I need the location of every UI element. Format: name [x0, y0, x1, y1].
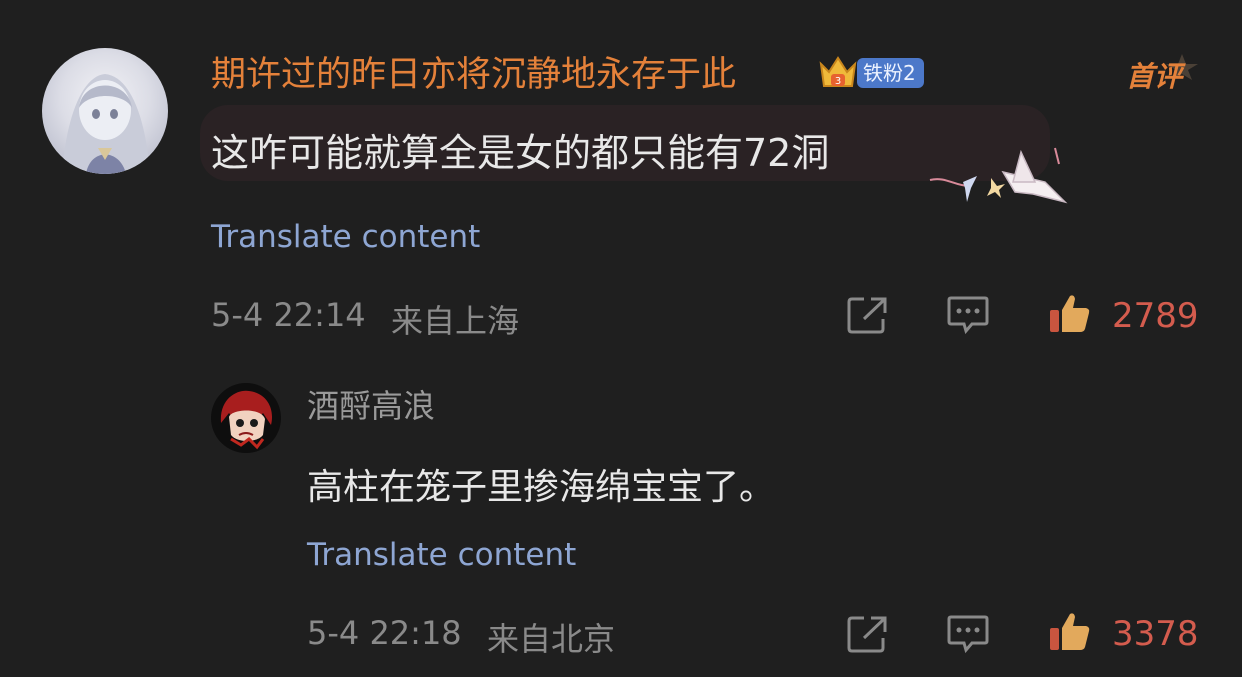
share-icon	[847, 297, 887, 334]
reply-button[interactable]	[946, 295, 990, 335]
reply-share-button[interactable]	[846, 614, 890, 654]
share-icon	[847, 616, 887, 653]
comment-icon	[947, 296, 989, 335]
reply-user-avatar[interactable]	[211, 383, 281, 453]
reply-like-button[interactable]	[1048, 610, 1092, 650]
translate-content-link[interactable]: Translate content	[211, 219, 480, 255]
reply-text: 高柱在笼子里掺海绵宝宝了。	[307, 467, 776, 508]
reply-timestamp: 5-4 22:18	[307, 614, 462, 652]
username[interactable]: 期许过的昨日亦将沉静地永存于此	[211, 46, 736, 97]
user-avatar[interactable]	[42, 48, 168, 174]
reply-translate-content-link[interactable]: Translate content	[307, 537, 576, 573]
like-count: 2789	[1112, 296, 1199, 336]
red-hair-character-avatar-icon	[220, 390, 273, 450]
reply-like-count: 3378	[1112, 614, 1199, 654]
fan-level-badge: 铁粉2	[857, 58, 924, 88]
comment-icon	[947, 615, 989, 654]
comment-text: 这咋可能就算全是女的都只能有72洞	[211, 131, 830, 175]
share-button[interactable]	[846, 295, 890, 335]
svg-text:3: 3	[835, 76, 841, 87]
reply-location: 来自北京	[487, 620, 616, 658]
comment-timestamp: 5-4 22:14	[211, 296, 366, 334]
reply-username[interactable]: 酒酹高浪	[307, 381, 435, 427]
first-comment-label: 首评	[1126, 60, 1186, 93]
like-button[interactable]	[1048, 292, 1092, 332]
paper-crane-icon	[925, 142, 1070, 207]
crown-icon: 3	[815, 50, 861, 92]
reply-reply-button[interactable]	[946, 614, 990, 654]
anime-girl-avatar-icon	[62, 74, 150, 174]
comment-location: 来自上海	[391, 302, 520, 340]
first-comment-badge: 首评	[1122, 48, 1204, 96]
thumbs-up-icon	[1050, 295, 1090, 332]
thumbs-up-icon	[1050, 613, 1090, 650]
